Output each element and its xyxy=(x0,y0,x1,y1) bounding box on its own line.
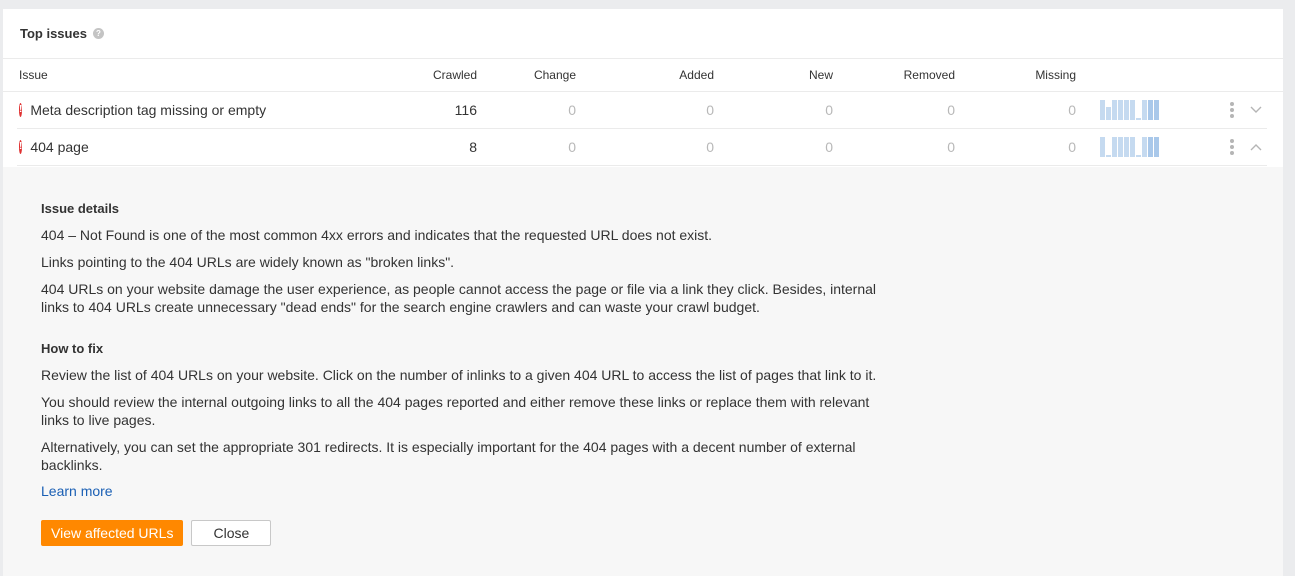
col-header-issue[interactable]: Issue xyxy=(3,68,417,82)
how-to-fix-heading: How to fix xyxy=(41,341,104,356)
chevron-up-icon[interactable] xyxy=(1250,141,1262,153)
col-header-change[interactable]: Change xyxy=(477,68,576,82)
sparkline-bar xyxy=(1130,137,1135,157)
col-header-added[interactable]: Added xyxy=(576,68,714,82)
sparkline-bar xyxy=(1154,137,1159,157)
how-to-fix-text: You should review the internal outgoing … xyxy=(41,394,870,428)
new-value: 0 xyxy=(825,102,833,118)
how-to-fix-text: Alternatively, you can set the appropria… xyxy=(41,439,856,473)
sparkline-bar xyxy=(1118,137,1123,157)
col-header-removed[interactable]: Removed xyxy=(833,68,955,82)
more-options-icon[interactable] xyxy=(1230,102,1234,118)
sparkline-bar xyxy=(1148,100,1153,120)
issue-details-panel: Issue details 404 – Not Found is one of … xyxy=(3,167,1283,576)
sparkline-bar xyxy=(1100,100,1105,120)
issue-details-text: 404 – Not Found is one of the most commo… xyxy=(41,227,713,243)
sparkline-bar xyxy=(1100,137,1105,157)
sparkline-bar xyxy=(1106,107,1111,120)
sparkline-bar xyxy=(1142,100,1147,120)
change-value: 0 xyxy=(568,139,576,155)
how-to-fix-text: Review the list of 404 URLs on your webs… xyxy=(41,367,877,383)
col-header-crawled[interactable]: Crawled xyxy=(417,68,477,82)
close-button[interactable]: Close xyxy=(191,520,272,546)
sparkline-bar xyxy=(1136,118,1141,120)
sparkline-bar xyxy=(1142,137,1147,157)
sparkline-bar xyxy=(1106,155,1111,157)
sparkline-bar xyxy=(1124,100,1129,120)
learn-more-link[interactable]: Learn more xyxy=(41,483,113,499)
action-buttons: View affected URLs Close xyxy=(41,520,1283,546)
issue-details-heading: Issue details xyxy=(41,201,120,216)
change-value: 0 xyxy=(568,102,576,118)
panel-title: Top issues xyxy=(20,26,87,41)
sparkline-bar xyxy=(1112,100,1117,120)
missing-value: 0 xyxy=(1068,139,1076,155)
issue-details-text: Links pointing to the 404 URLs are widel… xyxy=(41,254,455,270)
sparkline-bar xyxy=(1112,137,1117,157)
sparkline-bar xyxy=(1154,100,1159,120)
sparkline-bar xyxy=(1124,137,1129,157)
col-header-new[interactable]: New xyxy=(714,68,833,82)
sparkline-bar xyxy=(1136,155,1141,157)
issue-details-text: 404 URLs on your website damage the user… xyxy=(41,281,877,315)
sparkline-bar xyxy=(1118,100,1123,120)
view-affected-urls-button[interactable]: View affected URLs xyxy=(41,520,184,546)
crawled-value[interactable]: 8 xyxy=(17,139,477,155)
help-icon[interactable]: ? xyxy=(92,28,104,39)
table-header: Issue Crawled Change Added New Removed M… xyxy=(3,59,1283,92)
crawled-value[interactable]: 116 xyxy=(17,102,477,118)
removed-value: 0 xyxy=(947,102,955,118)
top-issues-panel: Top issues ? Issue Crawled Change Added … xyxy=(3,9,1283,576)
added-value: 0 xyxy=(706,139,714,155)
new-value: 0 xyxy=(825,139,833,155)
trend-sparkline xyxy=(1100,100,1160,120)
table-row[interactable]: ! 404 page 8 0 0 0 0 0 xyxy=(17,129,1267,166)
panel-header: Top issues ? xyxy=(3,9,1283,59)
missing-value: 0 xyxy=(1068,102,1076,118)
table-row[interactable]: ! Meta description tag missing or empty … xyxy=(17,92,1267,129)
more-options-icon[interactable] xyxy=(1230,139,1234,155)
chevron-down-icon[interactable] xyxy=(1250,104,1262,116)
removed-value: 0 xyxy=(947,139,955,155)
sparkline-bar xyxy=(1130,100,1135,120)
trend-sparkline xyxy=(1100,137,1160,157)
sparkline-bar xyxy=(1148,137,1153,157)
added-value: 0 xyxy=(706,102,714,118)
col-header-missing[interactable]: Missing xyxy=(955,68,1076,82)
